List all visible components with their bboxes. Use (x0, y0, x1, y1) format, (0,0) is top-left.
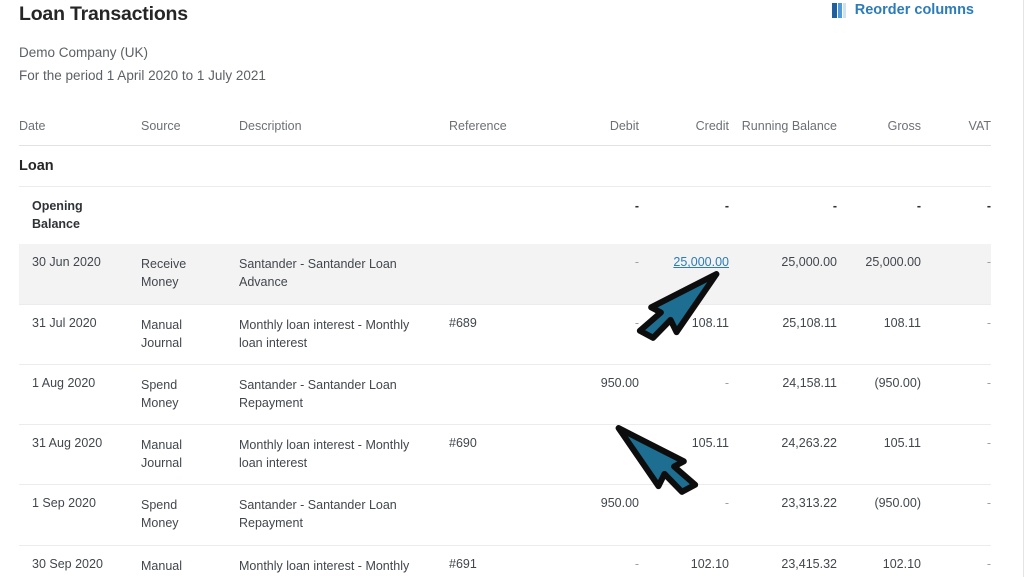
cell-debit: 950.00 (549, 485, 639, 545)
cell-reference (449, 244, 549, 304)
col-header-vat[interactable]: VAT (921, 112, 991, 146)
cell-gross: 102.10 (837, 545, 921, 577)
cell-gross: (950.00) (837, 364, 921, 424)
cell-debit: - (549, 304, 639, 364)
group-heading-label: Loan (19, 146, 991, 187)
cell-date: 1 Sep 2020 (19, 485, 141, 545)
opening-balance-row: OpeningBalance - - - - - (19, 187, 991, 245)
cell-gross: 25,000.00 (837, 244, 921, 304)
cell-vat: - (921, 364, 991, 424)
cell-running-balance: 25,000.00 (729, 244, 837, 304)
cell-credit: 108.11 (639, 304, 729, 364)
cell-running-balance: 24,158.11 (729, 364, 837, 424)
cell-reference: #690 (449, 425, 549, 485)
table-header-row: Date Source Description Reference Debit … (19, 112, 991, 146)
page-title: Loan Transactions (19, 3, 188, 26)
col-header-debit[interactable]: Debit (549, 112, 639, 146)
reorder-columns-button[interactable]: Reorder columns (832, 2, 974, 18)
loan-transactions-table: Date Source Description Reference Debit … (19, 112, 991, 577)
cell-description: Santander - Santander LoanAdvance (239, 244, 449, 304)
cell-date: 1 Aug 2020 (19, 364, 141, 424)
cell-debit: 950.00 (549, 364, 639, 424)
cell-gross: 108.11 (837, 304, 921, 364)
cell-source: SpendMoney (141, 364, 239, 424)
cell-vat: - (921, 425, 991, 485)
cell-vat: - (921, 545, 991, 577)
col-header-credit[interactable]: Credit (639, 112, 729, 146)
cell-reference (449, 485, 549, 545)
cell-source: SpendMoney (141, 485, 239, 545)
cell-credit: 105.11 (639, 425, 729, 485)
cell-running-balance: 23,313.22 (729, 485, 837, 545)
cell-debit: - (549, 425, 639, 485)
col-header-gross[interactable]: Gross (837, 112, 921, 146)
cell-source: ManualJournal (141, 425, 239, 485)
opening-balance-source (141, 187, 239, 245)
col-header-date[interactable]: Date (19, 112, 141, 146)
cell-running-balance: 25,108.11 (729, 304, 837, 364)
cell-reference (449, 364, 549, 424)
col-header-source[interactable]: Source (141, 112, 239, 146)
opening-balance-description (239, 187, 449, 245)
cell-description: Monthly loan interest - Monthlyloan inte… (239, 304, 449, 364)
opening-balance-running-balance: - (729, 187, 837, 245)
cell-credit: 102.10 (639, 545, 729, 577)
cell-date: 30 Sep 2020 (19, 545, 141, 577)
cell-gross: 105.11 (837, 425, 921, 485)
cell-source: ReceiveMoney (141, 244, 239, 304)
credit-amount-link[interactable]: 25,000.00 (673, 255, 729, 269)
company-name: Demo Company (UK) (19, 45, 148, 60)
table-row[interactable]: 31 Jul 2020ManualJournalMonthly loan int… (19, 304, 991, 364)
cell-vat: - (921, 485, 991, 545)
cell-date: 31 Aug 2020 (19, 425, 141, 485)
opening-balance-vat: - (921, 187, 991, 245)
opening-balance-gross: - (837, 187, 921, 245)
table-row[interactable]: 1 Sep 2020SpendMoneySantander - Santande… (19, 485, 991, 545)
cell-reference: #689 (449, 304, 549, 364)
col-header-running-balance[interactable]: Running Balance (729, 112, 837, 146)
cell-running-balance: 23,415.32 (729, 545, 837, 577)
cell-gross: (950.00) (837, 485, 921, 545)
cell-date: 30 Jun 2020 (19, 244, 141, 304)
table-row[interactable]: 1 Aug 2020SpendMoneySantander - Santande… (19, 364, 991, 424)
group-heading-row: Loan (19, 146, 991, 187)
cell-vat: - (921, 304, 991, 364)
cell-date: 31 Jul 2020 (19, 304, 141, 364)
reorder-columns-label: Reorder columns (855, 2, 974, 18)
cell-debit: - (549, 545, 639, 577)
opening-balance-credit: - (639, 187, 729, 245)
opening-balance-reference (449, 187, 549, 245)
opening-balance-label: OpeningBalance (19, 187, 141, 245)
opening-balance-debit: - (549, 187, 639, 245)
table-row[interactable]: 31 Aug 2020ManualJournalMonthly loan int… (19, 425, 991, 485)
cell-description: Monthly loan interest - Monthlyloan inte… (239, 545, 449, 577)
col-header-reference[interactable]: Reference (449, 112, 549, 146)
cell-reference: #691 (449, 545, 549, 577)
cell-source: ManualJournal (141, 304, 239, 364)
cell-description: Santander - Santander LoanRepayment (239, 364, 449, 424)
cell-vat: - (921, 244, 991, 304)
table-row[interactable]: 30 Jun 2020ReceiveMoneySantander - Santa… (19, 244, 991, 304)
cell-credit: - (639, 485, 729, 545)
cell-source: ManualJournal (141, 545, 239, 577)
table-row[interactable]: 30 Sep 2020ManualJournalMonthly loan int… (19, 545, 991, 577)
columns-icon (832, 3, 848, 18)
col-header-description[interactable]: Description (239, 112, 449, 146)
cell-description: Monthly loan interest - Monthlyloan inte… (239, 425, 449, 485)
cell-debit: - (549, 244, 639, 304)
cell-credit[interactable]: 25,000.00 (639, 244, 729, 304)
cell-running-balance: 24,263.22 (729, 425, 837, 485)
table-body: Loan OpeningBalance - - - - - 30 Jun 202… (19, 146, 991, 577)
cell-description: Santander - Santander LoanRepayment (239, 485, 449, 545)
report-page: Loan Transactions Reorder columns Demo C… (0, 0, 1024, 577)
report-period: For the period 1 April 2020 to 1 July 20… (19, 68, 266, 83)
cell-credit: - (639, 364, 729, 424)
